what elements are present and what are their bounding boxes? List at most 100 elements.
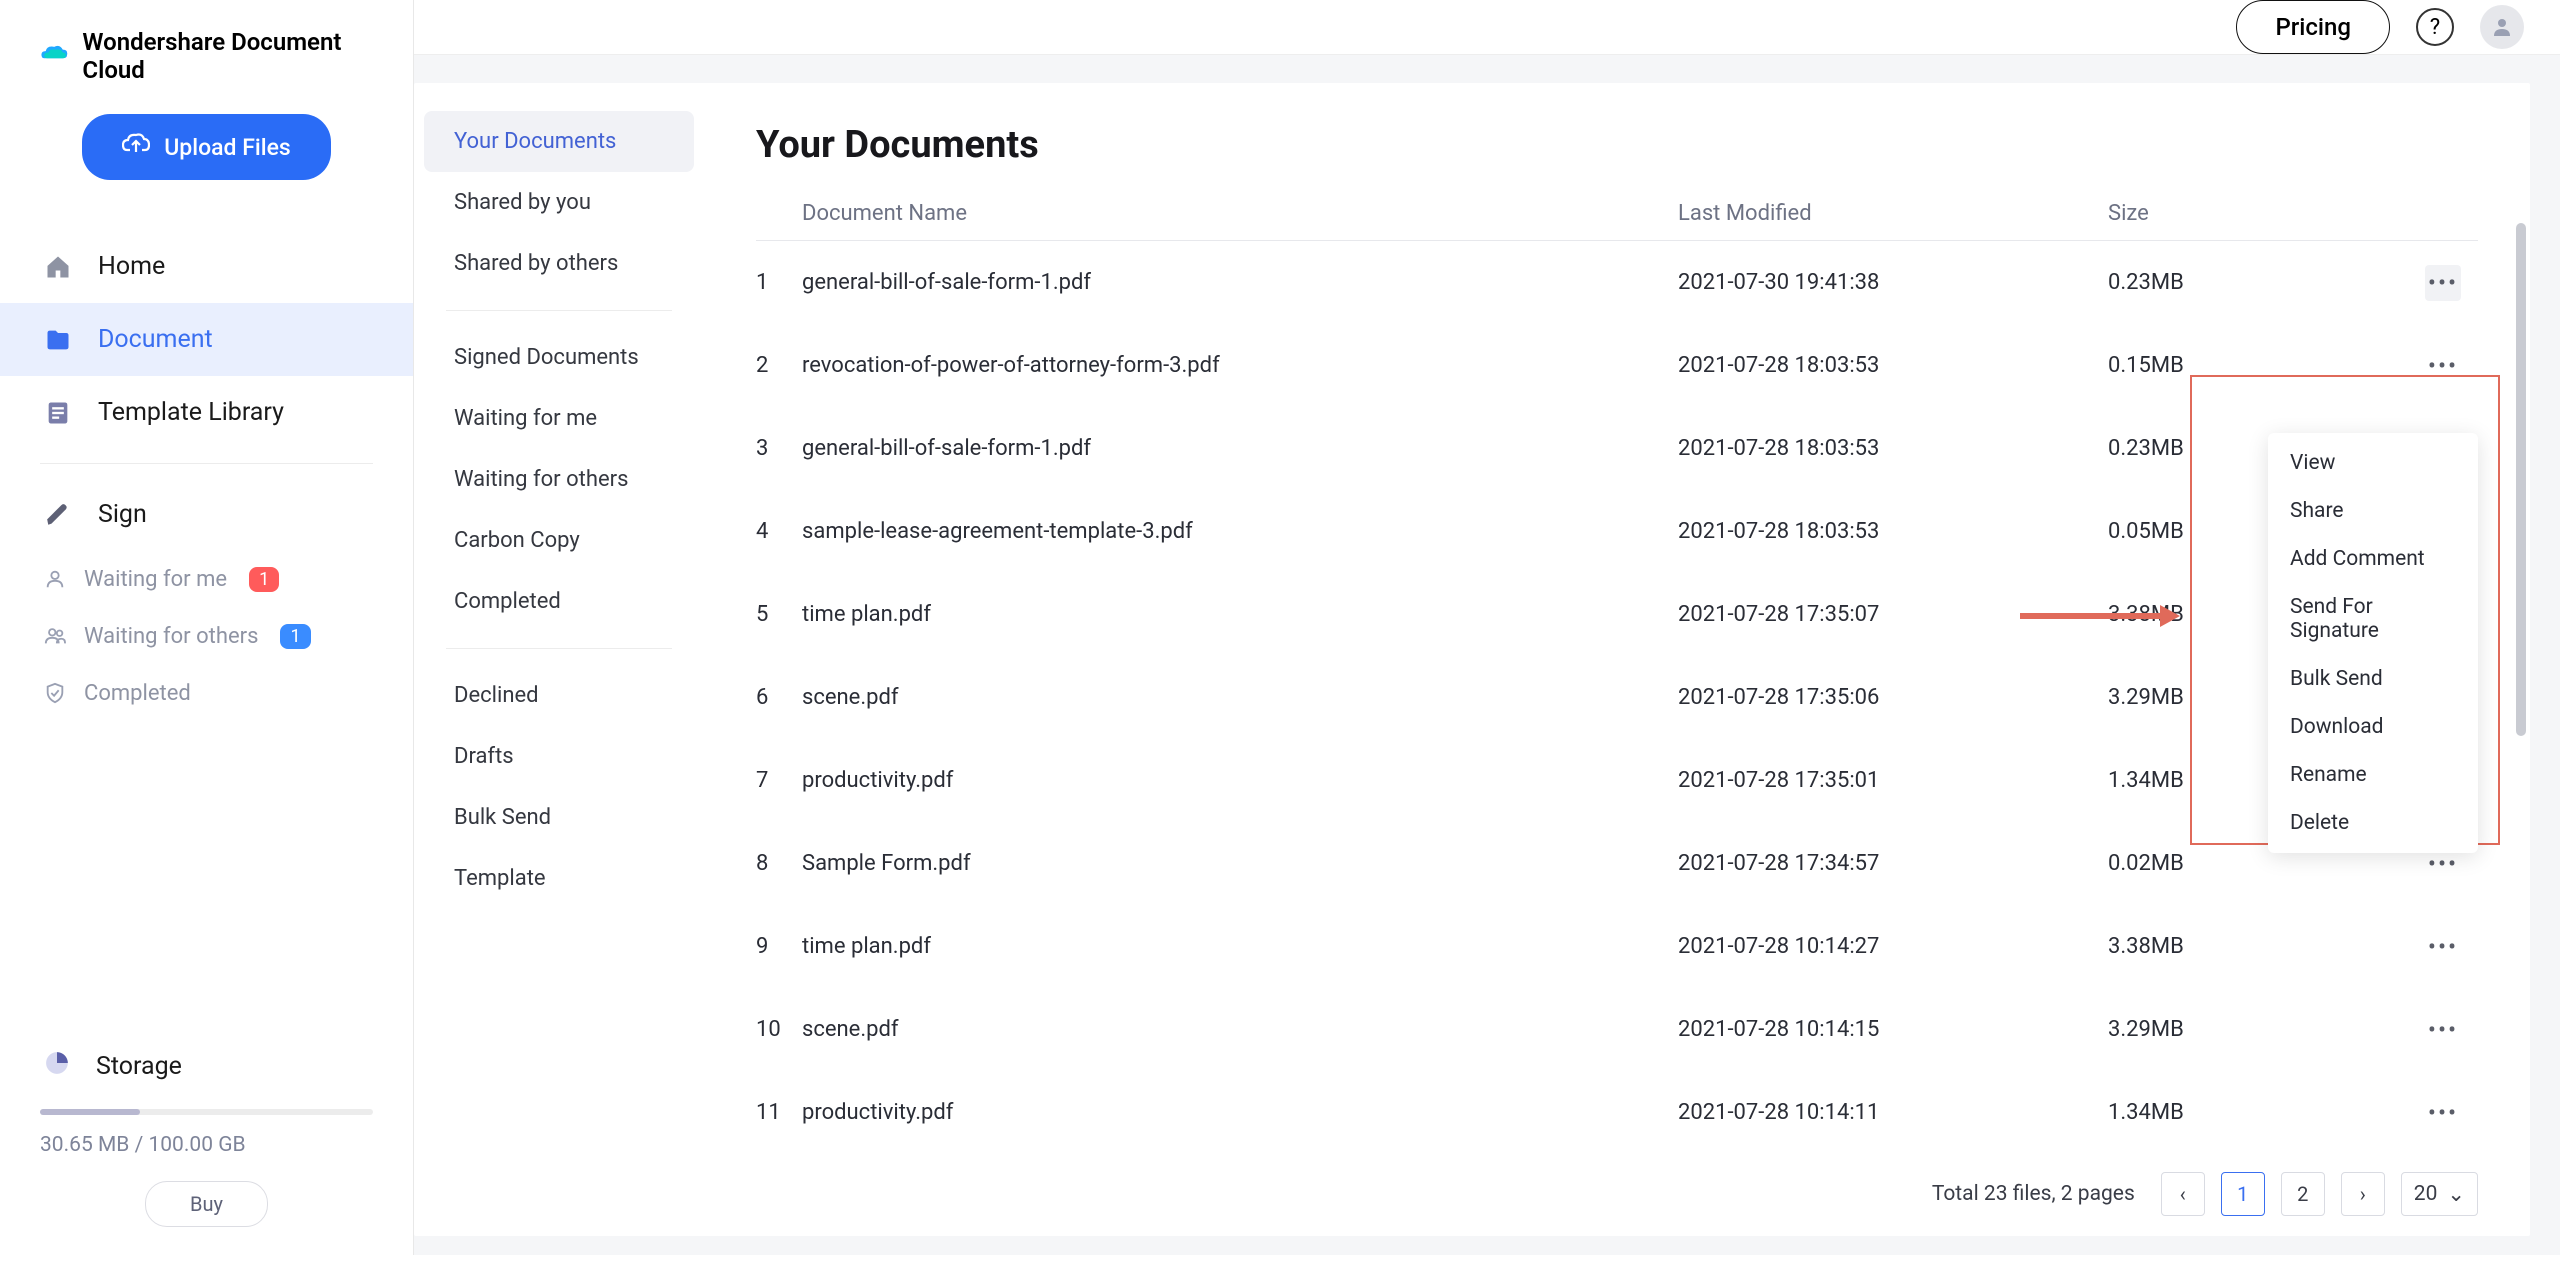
table-header: Document Name Last Modified Size [756, 201, 2478, 241]
scrollbar-thumb[interactable] [2516, 223, 2526, 736]
row-more-button[interactable]: ••• [2425, 265, 2461, 301]
subnav-declined[interactable]: Declined [424, 665, 694, 726]
subnav-shared-by-you[interactable]: Shared by you [424, 172, 694, 233]
main-sidebar: Wondershare Document Cloud Upload Files … [0, 0, 414, 1255]
row-index: 6 [756, 685, 802, 710]
row-name: scene.pdf [802, 1017, 1678, 1042]
row-index: 5 [756, 602, 802, 627]
subnav-your-documents[interactable]: Your Documents [424, 111, 694, 172]
row-index: 10 [756, 1017, 802, 1042]
nav-document[interactable]: Document [0, 303, 413, 376]
subnav-completed[interactable]: Completed [424, 571, 694, 632]
row-modified: 2021-07-28 17:34:57 [1678, 851, 2108, 876]
row-modified: 2021-07-28 17:35:06 [1678, 685, 2108, 710]
table-row[interactable]: 7productivity.pdf2021-07-28 17:35:011.34… [756, 739, 2478, 822]
header-size: Size [2108, 201, 2408, 226]
subnav-carbon-copy[interactable]: Carbon Copy [424, 510, 694, 571]
help-button[interactable]: ? [2416, 8, 2454, 46]
row-context-menu: ViewShareAdd CommentSend For SignatureBu… [2268, 433, 2478, 853]
brand-name: Wondershare Document Cloud [82, 28, 373, 84]
user-avatar[interactable] [2480, 5, 2524, 49]
row-size: 0.02MB [2108, 851, 2408, 876]
table-row[interactable]: 3general-bill-of-sale-form-1.pdf2021-07-… [756, 407, 2478, 490]
pager-next[interactable]: › [2341, 1172, 2385, 1216]
subnav-waiting-for-me[interactable]: Waiting for me [424, 388, 694, 449]
row-more-button[interactable]: ••• [2425, 348, 2461, 384]
context-menu-item[interactable]: Add Comment [2268, 535, 2478, 583]
row-name: general-bill-of-sale-form-1.pdf [802, 436, 1678, 461]
storage-used: 30.65 MB / 100.00 GB [40, 1133, 373, 1157]
subnav-shared-by-others[interactable]: Shared by others [424, 233, 694, 294]
context-menu-item[interactable]: Share [2268, 487, 2478, 535]
table-row[interactable]: 10scene.pdf2021-07-28 10:14:153.29MB••• [756, 988, 2478, 1071]
pricing-button[interactable]: Pricing [2236, 0, 2390, 54]
row-size: 1.34MB [2108, 1100, 2408, 1125]
waiting-others-badge: 1 [280, 624, 310, 649]
table-row[interactable]: 8Sample Form.pdf2021-07-28 17:34:570.02M… [756, 822, 2478, 905]
user-icon [44, 568, 68, 592]
nav-template-library[interactable]: Template Library [0, 376, 413, 449]
subnav-drafts[interactable]: Drafts [424, 726, 694, 787]
context-menu-item[interactable]: Download [2268, 703, 2478, 751]
row-modified: 2021-07-28 17:35:01 [1678, 768, 2108, 793]
nav-waiting-for-me[interactable]: Waiting for me 1 [0, 551, 413, 608]
context-menu-item[interactable]: Rename [2268, 751, 2478, 799]
context-menu-item[interactable]: Bulk Send [2268, 655, 2478, 703]
pager-page-size[interactable]: 20 ⌄ [2401, 1172, 2478, 1216]
nav-template-label: Template Library [98, 398, 284, 427]
row-more-button[interactable]: ••• [2425, 1012, 2461, 1048]
row-name: scene.pdf [802, 685, 1678, 710]
subnav-template[interactable]: Template [424, 848, 694, 909]
chevron-right-icon: › [2360, 1182, 2366, 1206]
row-name: time plan.pdf [802, 934, 1678, 959]
nav-completed[interactable]: Completed [0, 665, 413, 722]
nav-sign[interactable]: Sign [0, 478, 413, 551]
table-row[interactable]: 4sample-lease-agreement-template-3.pdf20… [756, 490, 2478, 573]
table-row[interactable]: 5time plan.pdf2021-07-28 17:35:073.38MB•… [756, 573, 2478, 656]
context-menu-item[interactable]: Delete [2268, 799, 2478, 847]
waiting-others-label: Waiting for others [84, 624, 258, 649]
row-modified: 2021-07-28 18:03:53 [1678, 436, 2108, 461]
ellipsis-icon: ••• [2428, 1018, 2458, 1042]
upload-files-button[interactable]: Upload Files [82, 114, 331, 180]
table-row[interactable]: 1general-bill-of-sale-form-1.pdf2021-07-… [756, 241, 2478, 324]
nav-waiting-for-others[interactable]: Waiting for others 1 [0, 608, 413, 665]
divider [446, 648, 672, 649]
table-row[interactable]: 11productivity.pdf2021-07-28 10:14:111.3… [756, 1071, 2478, 1154]
ellipsis-icon: ••• [2428, 852, 2458, 876]
page-title: Your Documents [756, 123, 2478, 167]
pager-page-2[interactable]: 2 [2281, 1172, 2325, 1216]
row-more-button[interactable]: ••• [2425, 1095, 2461, 1131]
pen-icon [44, 501, 72, 529]
subnav-waiting-for-others[interactable]: Waiting for others [424, 449, 694, 510]
row-modified: 2021-07-30 19:41:38 [1678, 270, 2108, 295]
buy-button[interactable]: Buy [145, 1181, 268, 1227]
pager-page-1[interactable]: 1 [2221, 1172, 2265, 1216]
storage-progress [40, 1109, 373, 1115]
row-index: 8 [756, 851, 802, 876]
waiting-me-label: Waiting for me [84, 567, 227, 592]
pager-prev[interactable]: ‹ [2161, 1172, 2205, 1216]
subnav-signed-documents[interactable]: Signed Documents [424, 327, 694, 388]
row-index: 4 [756, 519, 802, 544]
row-index: 9 [756, 934, 802, 959]
pagination: Total 23 files, 2 pages ‹ 1 2 › 20 ⌄ [756, 1154, 2478, 1216]
annotation-arrow-icon [2020, 603, 2180, 629]
table-row[interactable]: 6scene.pdf2021-07-28 17:35:063.29MB••• [756, 656, 2478, 739]
row-index: 1 [756, 270, 802, 295]
nav-sign-label: Sign [98, 500, 147, 529]
table-row[interactable]: 2revocation-of-power-of-attorney-form-3.… [756, 324, 2478, 407]
top-bar: Pricing ? [414, 0, 2560, 55]
table-row[interactable]: 9time plan.pdf2021-07-28 10:14:273.38MB•… [756, 905, 2478, 988]
nav-storage[interactable]: Storage [40, 1036, 373, 1097]
row-modified: 2021-07-28 18:03:53 [1678, 353, 2108, 378]
context-menu-item[interactable]: Send For Signature [2268, 583, 2478, 655]
row-more-button[interactable]: ••• [2425, 929, 2461, 965]
nav-home[interactable]: Home [0, 230, 413, 303]
row-size: 3.38MB [2108, 934, 2408, 959]
context-menu-item[interactable]: View [2268, 439, 2478, 487]
subnav-bulk-send[interactable]: Bulk Send [424, 787, 694, 848]
divider [40, 463, 373, 464]
brand-row: Wondershare Document Cloud [0, 28, 413, 114]
scrollbar-track[interactable] [2516, 223, 2526, 1156]
